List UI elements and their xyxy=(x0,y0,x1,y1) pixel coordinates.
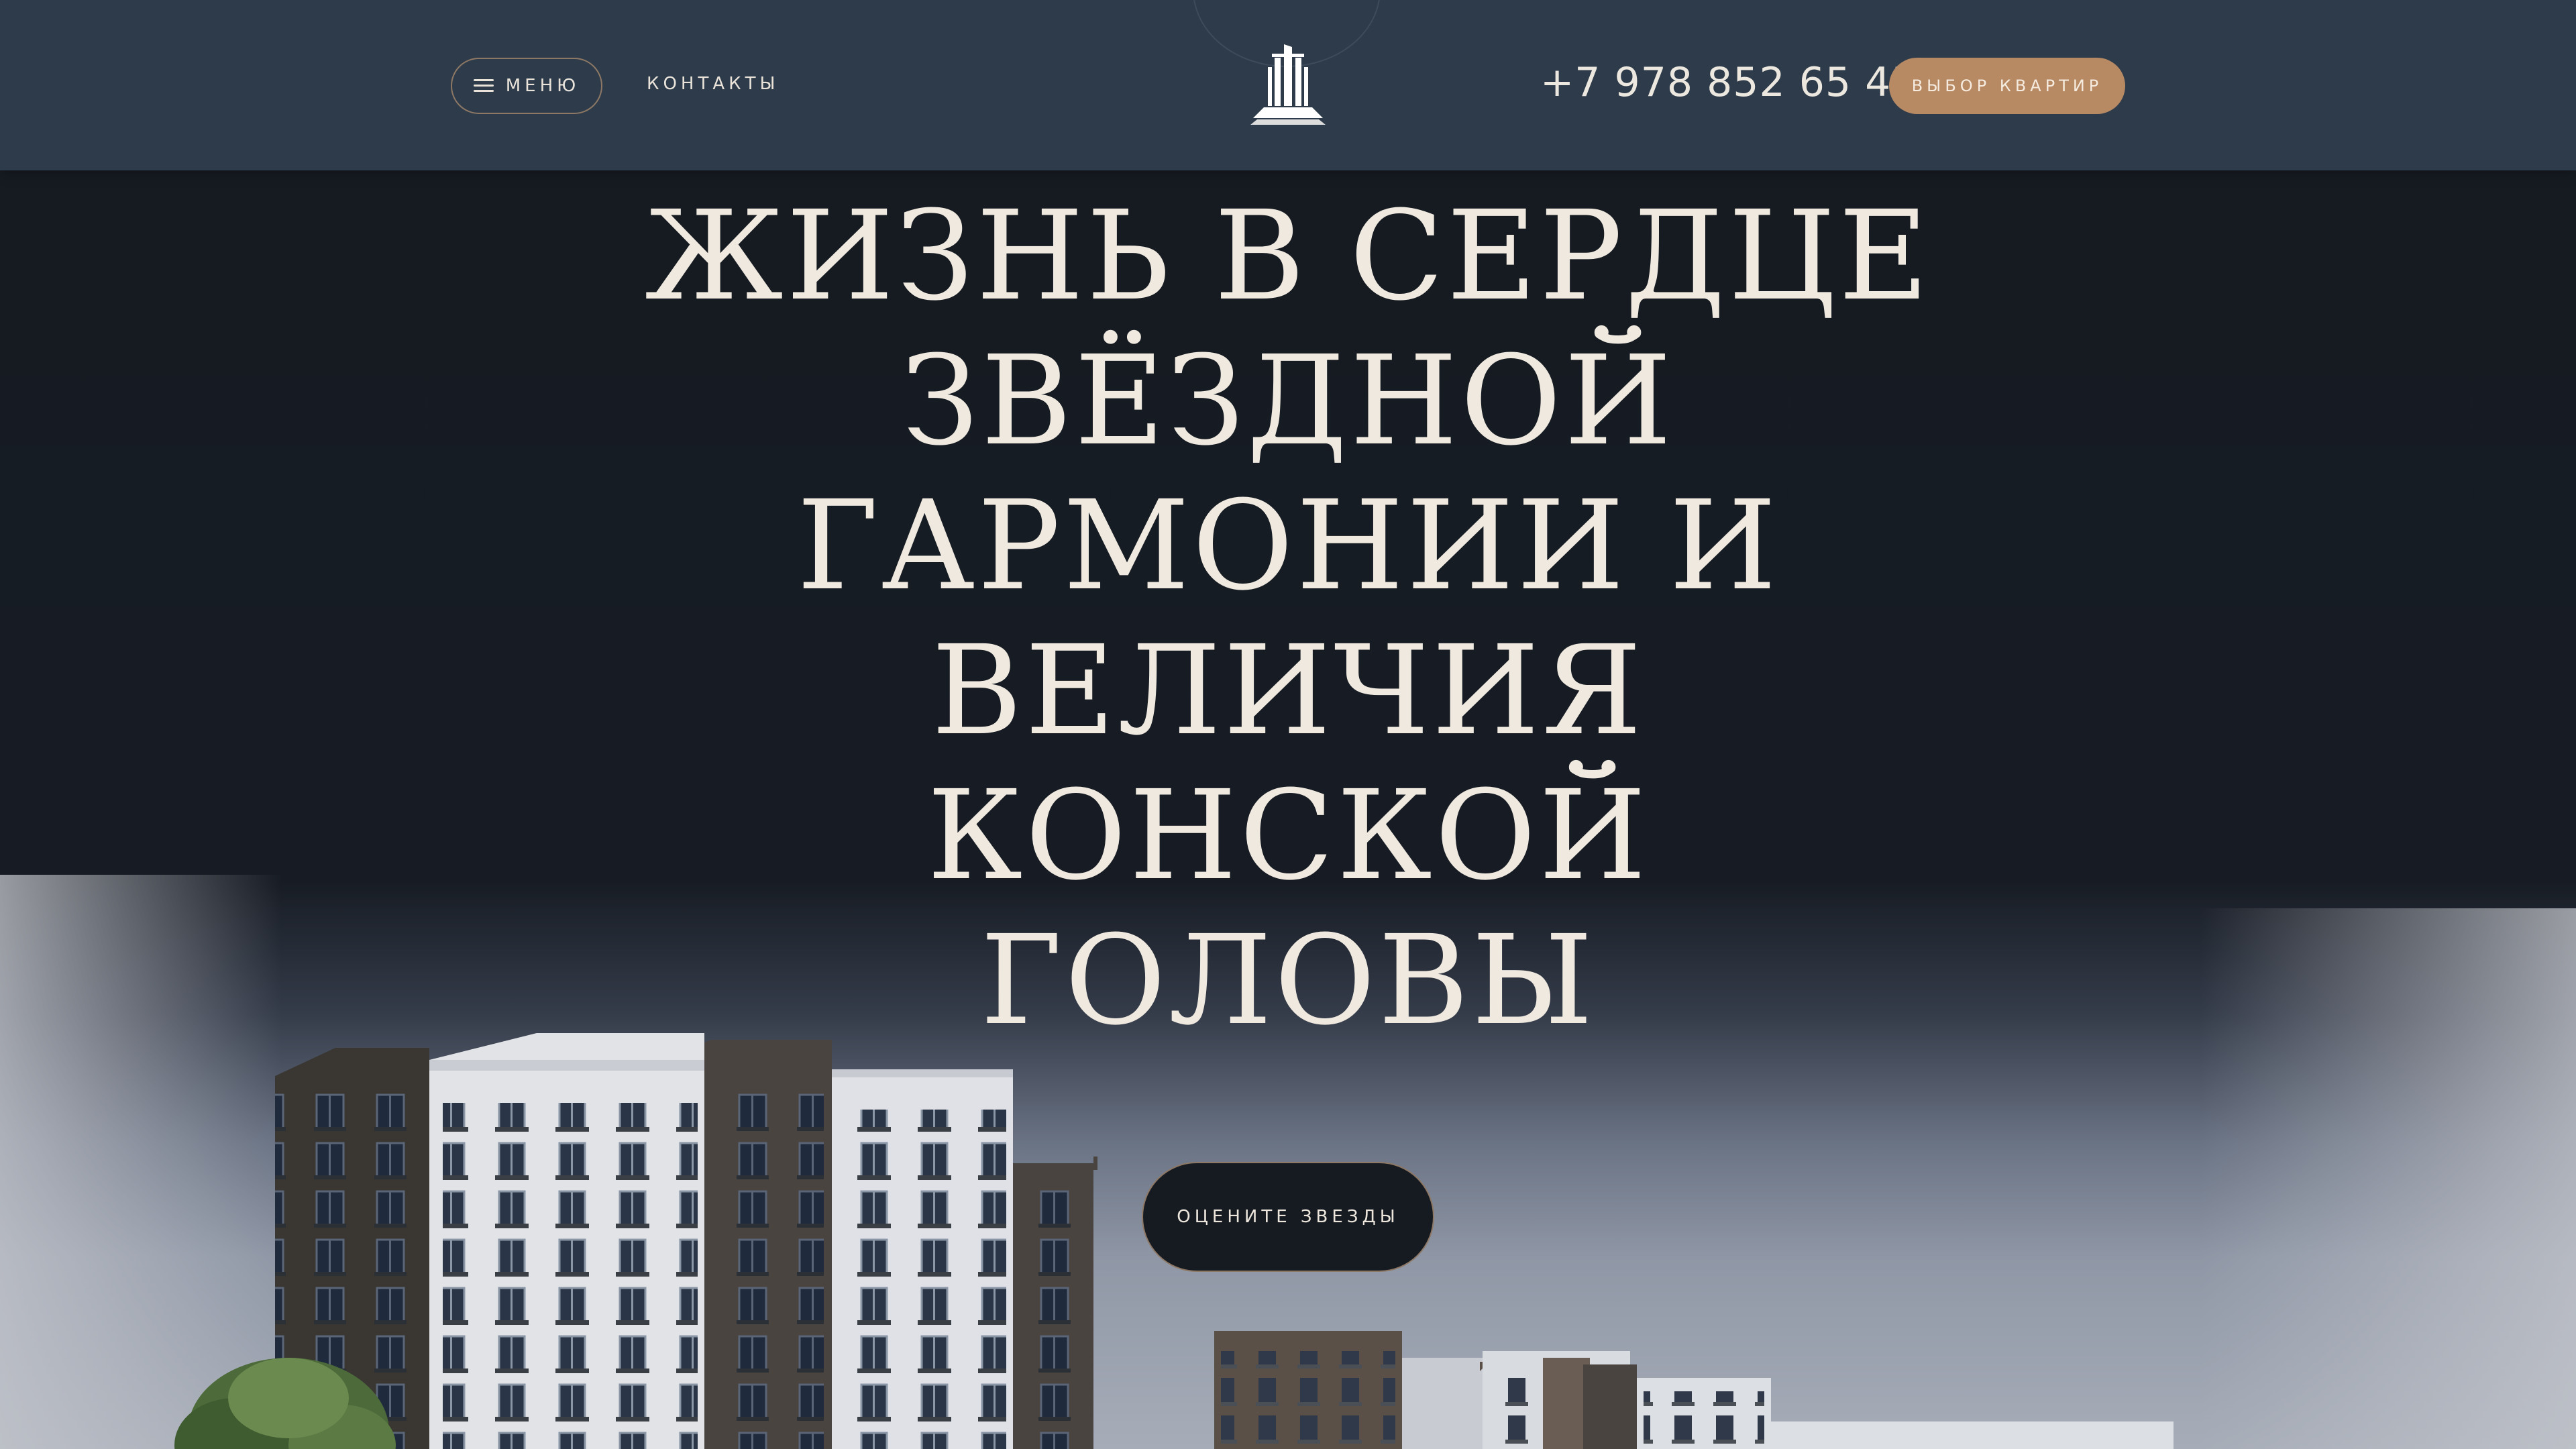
menu-button-label: МЕНЮ xyxy=(505,76,580,96)
building-logo-icon[interactable] xyxy=(1248,40,1328,127)
headline-line: ЗВЁЗДНОЙ xyxy=(901,329,1675,473)
headline-line: КОНСКОЙ xyxy=(926,764,1650,908)
hamburger-icon xyxy=(473,79,494,93)
headline-line: ВЕЛИЧИЯ xyxy=(931,619,1645,763)
rate-stars-button[interactable]: ОЦЕНИТЕ ЗВЕЗДЫ xyxy=(1142,1162,1434,1272)
headline-line: ГОЛОВЫ xyxy=(980,909,1596,1053)
hero-headline: ЖИЗНЬ В СЕРДЦЕ ЗВЁЗДНОЙ ГАРМОНИИ И ВЕЛИЧ… xyxy=(483,184,2093,1053)
phone-number-link[interactable]: +7 978 852 65 45 xyxy=(1540,59,1917,106)
contacts-link[interactable]: КОНТАКТЫ xyxy=(647,74,779,94)
headline-line: ГАРМОНИИ И xyxy=(796,474,1780,618)
menu-button[interactable]: МЕНЮ xyxy=(451,58,602,114)
hero-section: ЖИЗНЬ В СЕРДЦЕ ЗВЁЗДНОЙ ГАРМОНИИ И ВЕЛИЧ… xyxy=(0,170,2576,1449)
select-apartments-button[interactable]: ВЫБОР КВАРТИР xyxy=(1889,58,2125,114)
headline-line: ЖИЗНЬ В СЕРДЦЕ xyxy=(645,184,1931,328)
site-header: МЕНЮ КОНТАКТЫ +7 978 852 65 45 ВЫБОР КВА… xyxy=(0,0,2576,170)
